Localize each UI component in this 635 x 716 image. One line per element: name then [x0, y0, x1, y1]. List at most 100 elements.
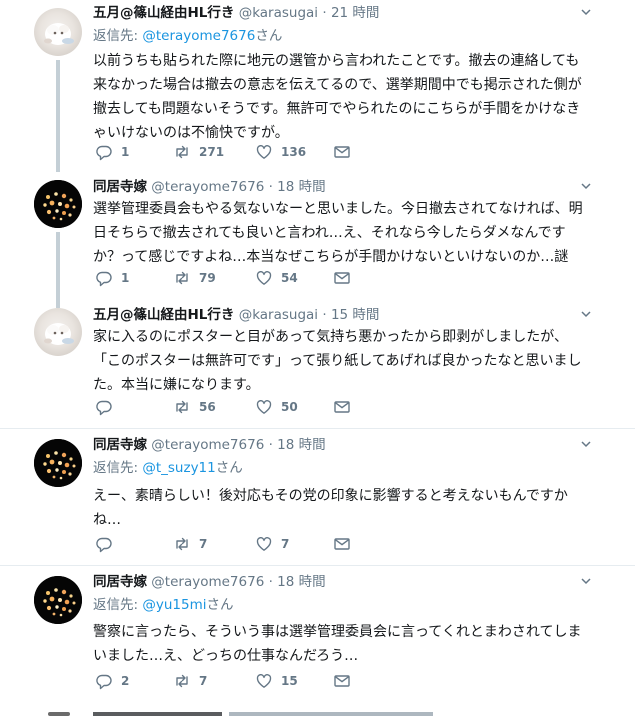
- username[interactable]: @terayome7676: [151, 574, 264, 590]
- chevron-down-icon[interactable]: [581, 7, 591, 17]
- separator-dot: ·: [268, 437, 273, 453]
- next-tweet-peek: [0, 710, 635, 716]
- avatar[interactable]: [34, 308, 82, 356]
- retweet-button[interactable]: 79: [173, 268, 216, 288]
- reply-button[interactable]: 1: [95, 142, 129, 162]
- timestamp[interactable]: 18 時間: [277, 179, 325, 195]
- like-count: 50: [281, 400, 298, 414]
- avatar[interactable]: [34, 8, 82, 56]
- envelope-icon: [334, 146, 350, 158]
- avatar[interactable]: [34, 576, 82, 624]
- retweet-button[interactable]: 7: [173, 671, 207, 691]
- envelope-icon: [334, 401, 350, 413]
- reply-icon: [96, 145, 112, 161]
- reply-to: 返信先: @yu15miさん: [93, 596, 233, 614]
- display-name[interactable]: 五月@篠山経由HL行き: [93, 307, 234, 323]
- chevron-down-icon[interactable]: [581, 439, 591, 449]
- tweet-text-line: 日そちらで撤去されても良いと言われ…え、それなら今したらダメなんです: [93, 225, 566, 241]
- like-button[interactable]: 136: [255, 142, 306, 162]
- heart-icon: [256, 145, 272, 159]
- retweet-icon: [176, 400, 188, 414]
- envelope-icon: [334, 538, 350, 550]
- username[interactable]: @terayome7676: [151, 179, 264, 195]
- like-button[interactable]: 54: [255, 268, 298, 288]
- like-count: 136: [281, 145, 307, 159]
- avatar: [48, 712, 70, 716]
- tweet-2[interactable]: 同居寺嫁 @terayome7676 · 18 時間 選挙管理委員会もやる気ない…: [0, 168, 635, 308]
- tweet-text: 家に入るのにポスターと目があって気持ち悪かったから即剥がしましたが、 「このポス…: [93, 325, 593, 397]
- timestamp[interactable]: 18 時間: [277, 437, 325, 453]
- envelope-icon: [334, 675, 350, 687]
- tweet-text: 以前うちも貼られた際に地元の選管から言われたことです。撤去の連絡しても 来なかっ…: [93, 49, 593, 145]
- tweet-text-line: えー、素晴らしい！後対応もその党の印象に影響すると考えないもんですか: [93, 488, 568, 504]
- tweet-header: 五月@篠山経由HL行き @karasugai · 21 時間: [93, 4, 379, 22]
- tweet-4[interactable]: 同居寺嫁 @terayome7676 · 18 時間 返信先: @t_suzy1…: [0, 429, 635, 565]
- direct-message-button[interactable]: [333, 397, 351, 417]
- reply-button[interactable]: [95, 397, 121, 417]
- retweet-button[interactable]: 56: [173, 397, 216, 417]
- like-count: 7: [281, 537, 290, 551]
- username[interactable]: @karasugai: [239, 307, 318, 323]
- timestamp[interactable]: 15 時間: [331, 307, 379, 323]
- tweet-text: 選挙管理委員会もやる気ないなーと思いました。今日撤去されてなければ、明 日そちら…: [93, 197, 593, 269]
- tweet-actions: 1 79 54: [93, 268, 373, 288]
- tweet-text-line: ね…: [93, 512, 121, 528]
- heart-icon: [256, 674, 272, 688]
- retweet-icon: [176, 537, 188, 551]
- reply-to: 返信先: @t_suzy11さん: [93, 459, 243, 477]
- direct-message-button[interactable]: [333, 671, 351, 691]
- reply-count: 2: [121, 674, 130, 688]
- display-name[interactable]: 同居寺嫁: [93, 179, 147, 195]
- reply-prefix: 返信先:: [93, 460, 143, 476]
- like-button[interactable]: 50: [255, 397, 298, 417]
- avatar[interactable]: [34, 439, 82, 487]
- username[interactable]: @terayome7676: [151, 437, 264, 453]
- display-name[interactable]: 同居寺嫁: [93, 437, 147, 453]
- reply-suffix: さん: [215, 460, 243, 476]
- separator-dot: ·: [322, 307, 327, 323]
- direct-message-button[interactable]: [333, 268, 351, 288]
- reply-icon: [96, 400, 112, 416]
- timestamp[interactable]: 18 時間: [277, 574, 325, 590]
- like-count: 15: [281, 674, 298, 688]
- reply-button[interactable]: 2: [95, 671, 129, 691]
- retweet-count: 7: [199, 674, 208, 688]
- retweet-count: 271: [199, 145, 225, 159]
- reply-to: 返信先: @terayome7676さん: [93, 27, 282, 45]
- retweet-button[interactable]: 7: [173, 534, 207, 554]
- avatar[interactable]: [34, 180, 82, 228]
- retweet-count: 79: [199, 271, 216, 285]
- like-button[interactable]: 15: [255, 671, 298, 691]
- like-button[interactable]: 7: [255, 534, 289, 554]
- separator-dot: ·: [322, 5, 327, 21]
- tweet-1[interactable]: 五月@篠山経由HL行き @karasugai · 21 時間 返信先: @ter…: [0, 0, 635, 172]
- tweet-text-line: 警察に言ったら、そういう事は選挙管理委員会に言ってくれとまわされてしま: [93, 624, 582, 640]
- display-name[interactable]: 五月@篠山経由HL行き: [93, 5, 234, 21]
- reply-icon: [96, 674, 112, 690]
- reply-mention-link[interactable]: @terayome7676: [142, 28, 255, 44]
- avatar-image: [34, 439, 82, 487]
- heart-icon: [256, 271, 272, 285]
- reply-prefix: 返信先:: [93, 28, 143, 44]
- tweet-header: 五月@篠山経由HL行き @karasugai · 15 時間: [93, 306, 379, 324]
- reply-mention-link[interactable]: @yu15mi: [142, 597, 206, 613]
- retweet-button[interactable]: 271: [173, 142, 224, 162]
- retweet-icon: [176, 271, 188, 285]
- heart-icon: [256, 400, 272, 414]
- chevron-down-icon[interactable]: [581, 309, 591, 319]
- chevron-down-icon[interactable]: [581, 576, 591, 586]
- tweet-3[interactable]: 五月@篠山経由HL行き @karasugai · 15 時間 家に入るのにポスタ…: [0, 296, 635, 428]
- reply-mention-link[interactable]: @t_suzy11: [142, 460, 215, 476]
- direct-message-button[interactable]: [333, 534, 351, 554]
- reply-button[interactable]: 1: [95, 268, 129, 288]
- chevron-down-icon[interactable]: [581, 181, 591, 191]
- tweet-text-line: 撤去しても問題ないそうです。無許可でやられたのにこちらが手間をかけなき: [93, 101, 581, 117]
- username[interactable]: @karasugai: [239, 5, 318, 21]
- timestamp[interactable]: 21 時間: [331, 5, 379, 21]
- display-name[interactable]: 同居寺嫁: [93, 574, 147, 590]
- reply-prefix: 返信先:: [93, 597, 143, 613]
- direct-message-button[interactable]: [333, 142, 351, 162]
- tweet-5[interactable]: 同居寺嫁 @terayome7676 · 18 時間 返信先: @yu15miさ…: [0, 566, 635, 702]
- reply-button[interactable]: [95, 534, 121, 554]
- retweet-count: 7: [199, 537, 208, 551]
